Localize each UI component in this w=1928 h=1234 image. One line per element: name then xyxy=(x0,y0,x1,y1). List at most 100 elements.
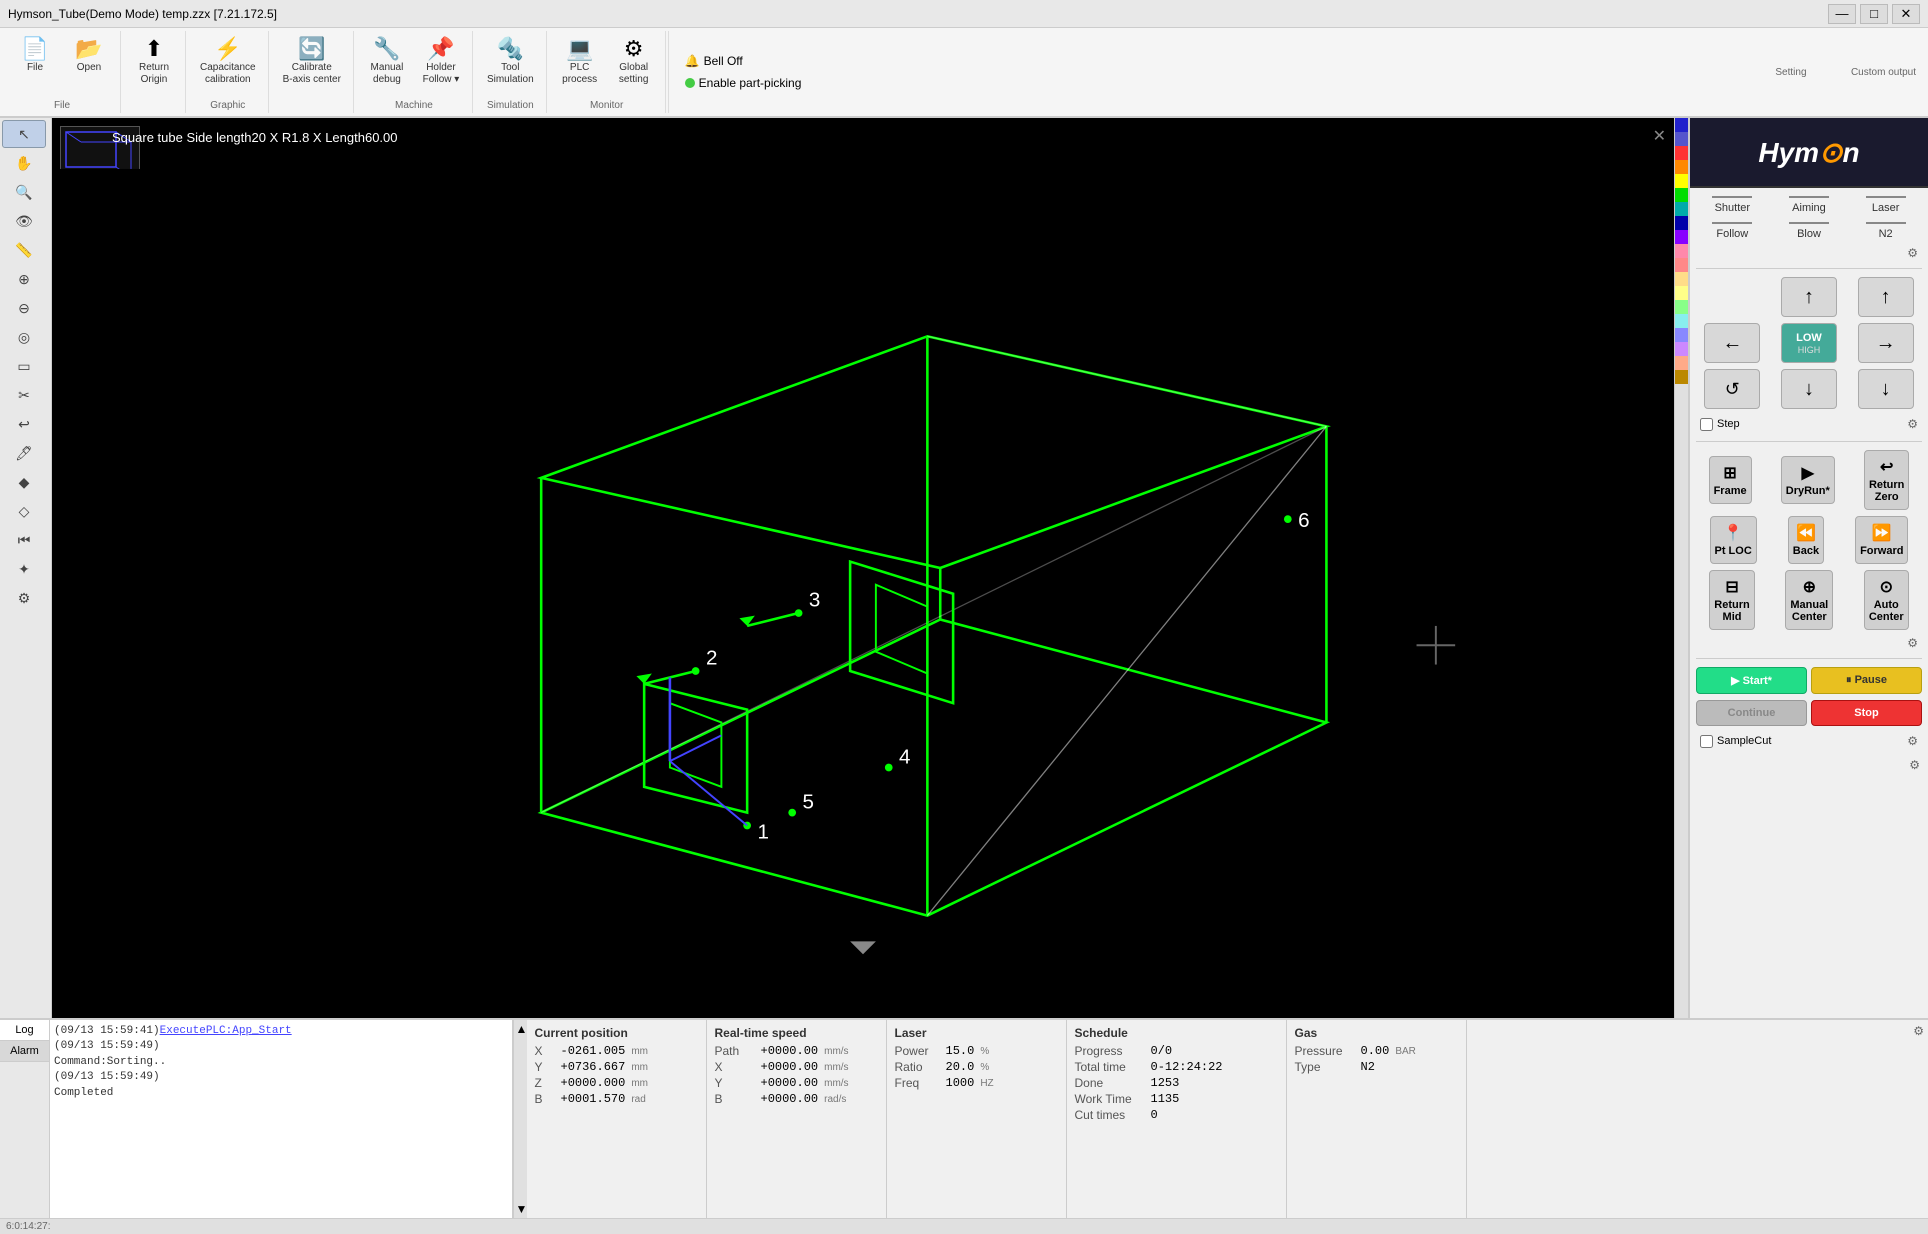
circle-tool[interactable]: ◎ xyxy=(2,323,46,351)
color-swatch-light-blue[interactable] xyxy=(1675,328,1688,342)
color-swatch-yellow[interactable] xyxy=(1675,174,1688,188)
enable-part-setting[interactable]: Enable part-picking xyxy=(685,76,802,90)
back-button[interactable]: ⏪ Back xyxy=(1788,516,1824,564)
close-button[interactable]: ✕ xyxy=(1892,4,1920,24)
color-swatch-orange[interactable] xyxy=(1675,160,1688,174)
cut-tool[interactable]: ✂ xyxy=(2,381,46,409)
stop-button[interactable]: Stop xyxy=(1811,700,1922,726)
color-swatch-blue2[interactable] xyxy=(1675,132,1688,146)
file-open-button[interactable]: 📂 Open xyxy=(64,33,114,77)
jog-left-icon: ← xyxy=(1722,332,1742,355)
pt-loc-button[interactable]: 📍 Pt LOC xyxy=(1710,516,1757,564)
skip-back-tool[interactable]: ⏮ xyxy=(2,526,46,554)
maximize-button[interactable]: □ xyxy=(1860,4,1888,24)
zoom-in-tool[interactable]: ⊕ xyxy=(2,265,46,293)
gas-pressure-unit: BAR xyxy=(1395,1046,1416,1057)
color-swatch-gold[interactable] xyxy=(1675,370,1688,384)
zoom-tool[interactable]: 🔍 xyxy=(2,178,46,206)
step-check-input[interactable] xyxy=(1700,418,1713,431)
fill-tool[interactable]: ◆ xyxy=(2,468,46,496)
jog-down-button[interactable]: ↓ xyxy=(1781,369,1837,409)
color-swatch-peach[interactable] xyxy=(1675,272,1688,286)
continue-button[interactable]: Continue xyxy=(1696,700,1807,726)
jog-down-right-button[interactable]: ↓ xyxy=(1858,369,1914,409)
machine-group-label: Machine xyxy=(395,100,433,111)
color-swatch-navy[interactable] xyxy=(1675,216,1688,230)
eraser-tool[interactable]: ◇ xyxy=(2,497,46,525)
zoom-out-tool[interactable]: ⊖ xyxy=(2,294,46,322)
log-scroll-up[interactable]: ▲ xyxy=(514,1020,527,1038)
color-swatch-salmon[interactable] xyxy=(1675,356,1688,370)
schedule-done-row: Done 1253 xyxy=(1075,1076,1278,1090)
sample-cut-gear-icon[interactable]: ⚙ xyxy=(1907,734,1918,748)
bell-off-setting[interactable]: 🔔 Bell Off xyxy=(685,54,802,68)
dry-run-button[interactable]: ▶ DryRun* xyxy=(1781,456,1835,504)
schedule-done-key: Done xyxy=(1075,1076,1145,1090)
color-swatch-light-green[interactable] xyxy=(1675,300,1688,314)
sample-cut-checkbox[interactable]: SampleCut xyxy=(1700,735,1771,748)
jog-up-button[interactable]: ↑ xyxy=(1781,277,1837,317)
auto-center-button[interactable]: ⊙ AutoCenter xyxy=(1864,570,1909,630)
settings-tool[interactable]: ⚙ xyxy=(2,584,46,612)
file-new-button[interactable]: 📄 File xyxy=(10,33,60,77)
color-swatch-light-yellow[interactable] xyxy=(1675,286,1688,300)
measure-tool[interactable]: 📏 xyxy=(2,236,46,264)
log-scroll-down[interactable]: ▼ xyxy=(514,1200,527,1218)
return-origin-button[interactable]: ⬆ ReturnOrigin xyxy=(129,33,179,89)
laser-settings-gear[interactable]: ⚙ xyxy=(1696,246,1922,260)
color-swatch-light-red[interactable] xyxy=(1675,258,1688,272)
undo-tool[interactable]: ↩ xyxy=(2,410,46,438)
return-zero-button[interactable]: ↩ ReturnZero xyxy=(1864,450,1909,510)
node-tool[interactable]: ✦ xyxy=(2,555,46,583)
frame-button[interactable]: ⊞ Frame xyxy=(1709,456,1752,504)
svg-text:2: 2 xyxy=(706,647,717,670)
jog-gear-icon[interactable]: ⚙ xyxy=(1907,417,1918,431)
color-swatch-cyan[interactable] xyxy=(1675,202,1688,216)
color-swatch-purple[interactable] xyxy=(1675,230,1688,244)
plc-process-button[interactable]: 💻 PLCprocess xyxy=(555,33,605,89)
color-swatch-lavender[interactable] xyxy=(1675,342,1688,356)
log-tab[interactable]: Log xyxy=(0,1020,49,1041)
wireframe-view[interactable]: 1 2 3 4 5 6 xyxy=(52,118,1674,1018)
pt-loc-row: 📍 Pt LOC ⏪ Back ⏩ Forward xyxy=(1696,516,1922,564)
bottom-right-gear[interactable]: ⚙ xyxy=(1913,1024,1924,1038)
color-swatch-blue[interactable] xyxy=(1675,118,1688,132)
realtime-speed-panel: Real-time speed Path +0000.00 mm/s X +00… xyxy=(707,1020,887,1218)
select-tool[interactable]: ↖ xyxy=(2,120,46,148)
rotate-left-button[interactable]: ↺ xyxy=(1704,369,1760,409)
manual-center-button[interactable]: ⊕ ManualCenter xyxy=(1785,570,1833,630)
eye-tool[interactable]: 👁 xyxy=(2,207,46,235)
pen-tool[interactable]: 🖊 xyxy=(2,439,46,467)
divider-3 xyxy=(1696,658,1922,659)
color-swatch-red[interactable] xyxy=(1675,146,1688,160)
continue-stop-row: Continue Stop xyxy=(1696,700,1922,726)
center-settings-gear[interactable]: ⚙ xyxy=(1696,636,1922,650)
tool-simulation-button[interactable]: 🔩 ToolSimulation xyxy=(481,33,540,89)
holder-follow-button[interactable]: 📌 HolderFollow ▾ xyxy=(416,33,466,89)
forward-button[interactable]: ⏩ Forward xyxy=(1855,516,1908,564)
rect-tool[interactable]: ▭ xyxy=(2,352,46,380)
global-setting-button[interactable]: ⚙ Globalsetting xyxy=(609,33,659,89)
calibrate-b-button[interactable]: 🔄 CalibrateB-axis center xyxy=(277,33,347,89)
jog-up-right-button[interactable]: ↑ xyxy=(1858,277,1914,317)
alarm-tab[interactable]: Alarm xyxy=(0,1041,49,1062)
return-mid-button[interactable]: ⊟ ReturnMid xyxy=(1709,570,1754,630)
sample-cut-input[interactable] xyxy=(1700,735,1713,748)
color-swatch-pink[interactable] xyxy=(1675,244,1688,258)
gas-type-row: Type N2 xyxy=(1295,1060,1458,1074)
manual-debug-button[interactable]: 🔧 Manualdebug xyxy=(362,33,412,89)
bottom-settings[interactable]: ⚙ xyxy=(1696,756,1922,774)
pause-button[interactable]: ⏸ Pause xyxy=(1811,667,1922,694)
color-swatch-light-cyan[interactable] xyxy=(1675,314,1688,328)
color-swatch-green[interactable] xyxy=(1675,188,1688,202)
start-button[interactable]: ▶ Start* xyxy=(1696,667,1807,694)
pos-b-row: B +0001.570 rad xyxy=(535,1092,698,1106)
jog-center-button[interactable]: LOW HIGH xyxy=(1781,323,1837,363)
step-checkbox[interactable]: Step xyxy=(1700,418,1740,431)
jog-left-button[interactable]: ← xyxy=(1704,323,1760,363)
hand-tool[interactable]: ✋ xyxy=(2,149,46,177)
log-link-1[interactable]: ExecutePLC:App_Start xyxy=(160,1025,292,1037)
capacitance-button[interactable]: ⚡ Capacitancecalibration xyxy=(194,33,262,89)
jog-right-button[interactable]: → xyxy=(1858,323,1914,363)
minimize-button[interactable]: — xyxy=(1828,4,1856,24)
